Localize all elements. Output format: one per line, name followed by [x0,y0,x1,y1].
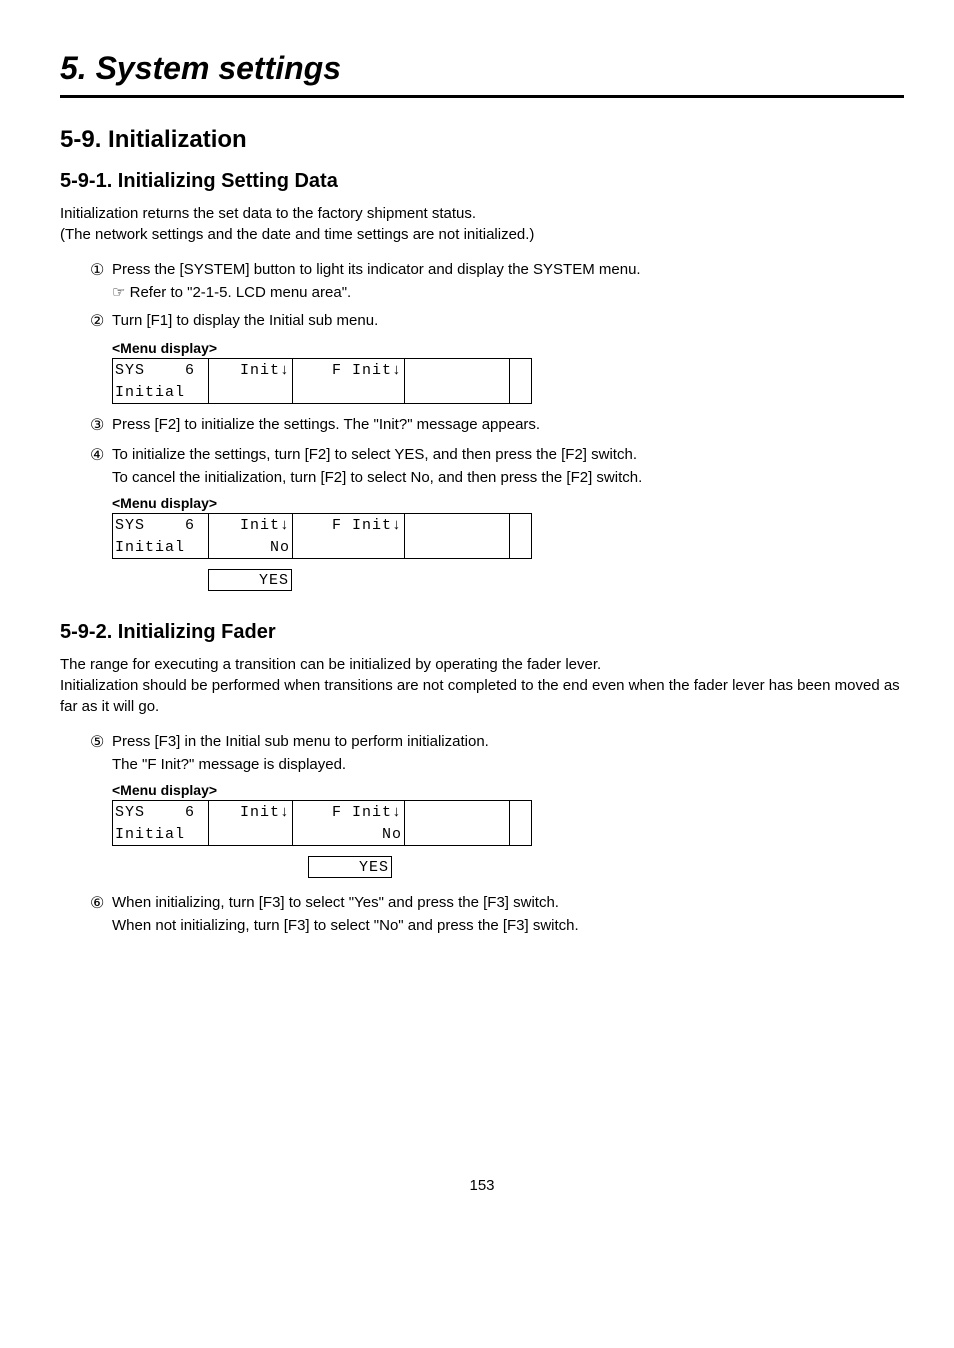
step-6b: When not initializing, turn [F3] to sele… [112,917,579,934]
d1-r1-c1: SYS 6 [113,359,209,381]
steps-592: ⑤ Press [F3] in the Initial sub menu to … [90,731,904,776]
intro-592-line2: Initialization should be performed when … [60,677,900,715]
steps-591: ① Press the [SYSTEM] button to light its… [90,259,904,334]
step-2-body: Turn [F1] to display the Initial sub men… [112,310,904,333]
intro-591-line2: (The network settings and the date and t… [60,226,534,243]
step-5b: The "F Init?" message is displayed. [112,756,346,773]
d2-r1-c2: Init↓ [209,514,293,536]
d3-r2-c4 [405,823,510,845]
display-2-row-2: Initial No [113,536,531,558]
step-6: ⑥ When initializing, turn [F3] to select… [90,892,904,937]
intro-592: The range for executing a transition can… [60,654,904,717]
step-2: ② Turn [F1] to display the Initial sub m… [90,310,904,334]
step-6-body: When initializing, turn [F3] to select "… [112,892,904,937]
d2-r1-c1: SYS 6 [113,514,209,536]
step-5: ⑤ Press [F3] in the Initial sub menu to … [90,731,904,776]
d3-r2-c1: Initial [113,823,209,845]
step-3-num: ③ [90,414,112,438]
d2-r2-c3 [293,536,405,558]
step-4-body: To initialize the settings, turn [F2] to… [112,444,904,489]
d1-r2-c2 [209,381,293,403]
d2-r2-c5 [510,536,531,558]
intro-591-line1: Initialization returns the set data to t… [60,205,476,222]
d1-r1-c4 [405,359,510,381]
d3-r2-c3: No [293,823,405,845]
display-1-row-1: SYS 6 Init↓ F Init↓ [113,359,531,381]
section-title: 5-9. Initialization [60,126,904,154]
step-6a: When initializing, turn [F3] to select "… [112,894,559,911]
step-1-num: ① [90,259,112,283]
d3-r2-c5 [510,823,531,845]
d1-r2-c4 [405,381,510,403]
d3-r2-c2 [209,823,293,845]
step-3-body: Press [F2] to initialize the settings. T… [112,414,904,437]
step-4a: To initialize the settings, turn [F2] to… [112,446,637,463]
step-5a: Press [F3] in the Initial sub menu to pe… [112,733,489,750]
d2-r2-c4 [405,536,510,558]
d2-r1-c3: F Init↓ [293,514,405,536]
d1-r1-c2: Init↓ [209,359,293,381]
display-1: SYS 6 Init↓ F Init↓ Initial [112,358,532,404]
display-3-row-2: Initial No [113,823,531,845]
step-4b: To cancel the initialization, turn [F2] … [112,469,642,486]
d2-r2-c2: No [209,536,293,558]
step-4-num: ④ [90,444,112,468]
d2-r2-c1: Initial [113,536,209,558]
display-2-label: <Menu display> [112,495,904,511]
sub-title-592: 5-9-2. Initializing Fader [60,621,904,644]
step-1: ① Press the [SYSTEM] button to light its… [90,259,904,304]
d1-r1-c5 [510,359,531,381]
d3-r1-c2: Init↓ [209,801,293,823]
step-5-num: ⑤ [90,731,112,755]
display-3-row-1: SYS 6 Init↓ F Init↓ [113,801,531,823]
d2-r1-c4 [405,514,510,536]
step-4: ④ To initialize the settings, turn [F2] … [90,444,904,489]
display-2: SYS 6 Init↓ F Init↓ Initial No [112,513,532,559]
step-6-num: ⑥ [90,892,112,916]
step-1-refer: ☞ Refer to "2-1-5. LCD menu area". [112,284,351,301]
step-1-text: Press the [SYSTEM] button to light its i… [112,261,641,278]
d3-r1-c5 [510,801,531,823]
page-number: 153 [60,1177,904,1194]
display-1-label: <Menu display> [112,340,904,356]
step-1-body: Press the [SYSTEM] button to light its i… [112,259,904,304]
intro-592-line1: The range for executing a transition can… [60,656,601,673]
display-3-yes: YES [308,856,392,878]
d3-r1-c1: SYS 6 [113,801,209,823]
d1-r1-c3: F Init↓ [293,359,405,381]
display-2-yes: YES [208,569,292,591]
display-2-row-1: SYS 6 Init↓ F Init↓ [113,514,531,536]
d1-r2-c1: Initial [113,381,209,403]
intro-591: Initialization returns the set data to t… [60,203,904,245]
display-3: SYS 6 Init↓ F Init↓ Initial No [112,800,532,846]
display-1-row-2: Initial [113,381,531,403]
step-3: ③ Press [F2] to initialize the settings.… [90,414,904,438]
d3-r1-c3: F Init↓ [293,801,405,823]
step-5-body: Press [F3] in the Initial sub menu to pe… [112,731,904,776]
d2-r1-c5 [510,514,531,536]
chapter-title: 5. System settings [60,50,904,98]
step-2-num: ② [90,310,112,334]
d3-r1-c4 [405,801,510,823]
sub-title-591: 5-9-1. Initializing Setting Data [60,170,904,193]
d1-r2-c3 [293,381,405,403]
steps-591b: ③ Press [F2] to initialize the settings.… [90,414,904,489]
d1-r2-c5 [510,381,531,403]
display-3-label: <Menu display> [112,782,904,798]
steps-592b: ⑥ When initializing, turn [F3] to select… [90,892,904,937]
